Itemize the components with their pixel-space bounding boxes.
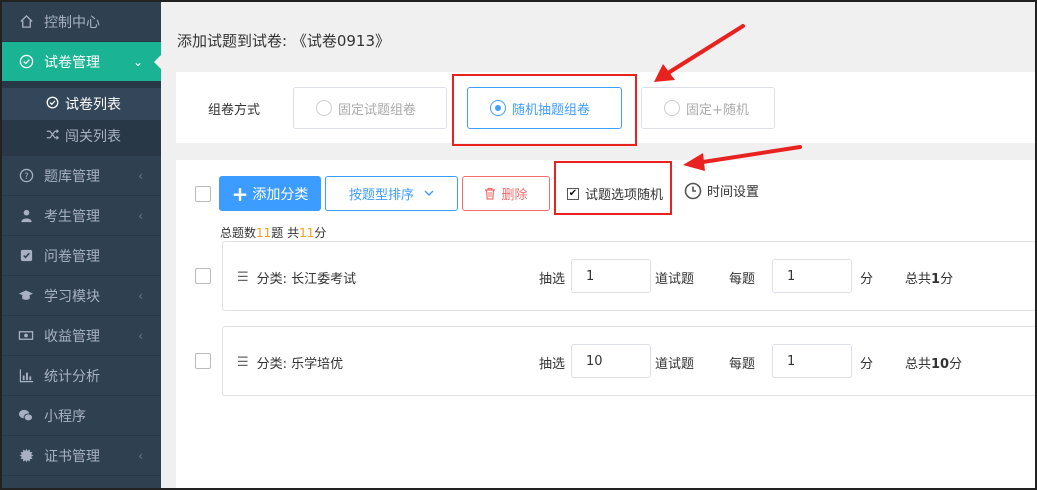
sidebar-item-mini-program[interactable]: 小程序 xyxy=(2,396,161,436)
category-row: ☰ 分类: 乐学培优 抽选 10 道试题 每题 1 分 总共10分 xyxy=(222,326,1037,396)
per-question-label: 每题 xyxy=(729,272,756,287)
plus-icon: + xyxy=(231,181,249,206)
mode-option-fixed-random[interactable]: 固定+随机 xyxy=(641,87,775,129)
shuffle-icon xyxy=(46,128,59,145)
sidebar-item-label: 小程序 xyxy=(44,408,86,425)
radio-icon xyxy=(316,100,332,116)
sidebar-item-survey[interactable]: 问卷管理 xyxy=(2,236,161,276)
home-icon xyxy=(18,14,34,30)
chevron-left-icon: ‹ xyxy=(138,448,143,463)
sidebar-item-candidates[interactable]: 考生管理 ‹ xyxy=(2,196,161,236)
add-category-button[interactable]: + 添加分类 xyxy=(219,176,321,211)
sidebar-subitem-label: 试卷列表 xyxy=(65,97,121,113)
sidebar-item-label: 问卷管理 xyxy=(44,248,100,265)
time-settings-link[interactable]: 时间设置 xyxy=(684,181,759,200)
drag-handle-icon[interactable]: ☰ xyxy=(237,270,249,285)
category-row: ☰ 分类: 长江委考试 抽选 1 道试题 每题 1 分 总共1分 xyxy=(222,241,1037,311)
sidebar-item-certificate[interactable]: 证书管理 ‹ xyxy=(2,436,161,476)
sort-by-type-button[interactable]: 按题型排序 xyxy=(325,176,458,211)
sidebar-item-label: 题库管理 xyxy=(44,168,100,185)
certificate-icon xyxy=(18,448,34,464)
category-total: 总共10分 xyxy=(905,357,963,372)
check-circle-icon xyxy=(18,54,34,70)
graduation-cap-icon xyxy=(18,288,34,304)
clock-icon xyxy=(684,182,702,200)
sidebar-item-label: 考生管理 xyxy=(44,208,100,225)
chevron-left-icon: ‹ xyxy=(138,208,143,223)
check-circle-small-icon xyxy=(46,96,59,113)
question-summary: 总题数11题 共11分 xyxy=(220,226,327,240)
total-score: 11 xyxy=(299,226,315,240)
sidebar-item-label: 控制中心 xyxy=(44,14,100,31)
sidebar-item-label: 学习模块 xyxy=(44,288,100,305)
sidebar-item-statistics[interactable]: 统计分析 xyxy=(2,356,161,396)
sidebar-item-label: 统计分析 xyxy=(44,368,100,385)
question-count: 11 xyxy=(256,226,272,240)
draw-count-input[interactable]: 10 xyxy=(571,344,651,378)
sidebar-item-question-bank[interactable]: ? 题库管理 ‹ xyxy=(2,156,161,196)
chevron-down-icon xyxy=(424,186,434,201)
sidebar-item-label: 试卷管理 xyxy=(44,54,100,71)
sidebar-item-label: 证书管理 xyxy=(44,448,100,465)
questions-unit-label: 道试题 xyxy=(655,272,695,287)
svg-text:?: ? xyxy=(24,171,28,181)
score-unit-label: 分 xyxy=(860,272,874,287)
sidebar: 控制中心 试卷管理 ⌄ 试卷列表 闯关列表 ? 题库管理 ‹ 考生管理 ‹ 问卷… xyxy=(2,2,162,488)
mode-option-label: 固定+随机 xyxy=(686,102,749,118)
category-name: 分类: 乐学培优 xyxy=(256,357,344,372)
page-title: 添加试题到试卷: 《试卷0913》 xyxy=(177,32,390,50)
wechat-icon xyxy=(18,408,34,424)
sidebar-item-learning[interactable]: 学习模块 ‹ xyxy=(2,276,161,316)
sidebar-subitem-label: 闯关列表 xyxy=(65,129,121,145)
annotation-arrow-icon xyxy=(654,24,745,82)
annotation-arrow-icon xyxy=(683,145,802,171)
mode-option-fixed[interactable]: 固定试题组卷 xyxy=(293,87,447,129)
draw-count-input[interactable]: 1 xyxy=(571,259,651,293)
category-name: 分类: 长江委考试 xyxy=(256,272,357,287)
sidebar-item-label: 收益管理 xyxy=(44,328,100,345)
chevron-left-icon: ‹ xyxy=(138,168,143,183)
score-unit-label: 分 xyxy=(860,357,874,372)
radio-icon xyxy=(664,100,680,116)
user-icon xyxy=(18,208,34,224)
chevron-left-icon: ‹ xyxy=(138,288,143,303)
score-per-question-input[interactable]: 1 xyxy=(772,259,852,293)
sidebar-subitem-level-list[interactable]: 闯关列表 xyxy=(2,120,161,152)
money-icon xyxy=(18,328,34,344)
sidebar-subitem-exam-list[interactable]: 试卷列表 xyxy=(2,88,161,120)
select-all-checkbox[interactable] xyxy=(195,186,211,202)
mode-option-label: 固定试题组卷 xyxy=(338,102,417,118)
annotation-box-shuffle-options xyxy=(554,161,672,215)
row-checkbox[interactable] xyxy=(195,268,211,284)
check-square-icon xyxy=(18,248,34,264)
score-per-question-input[interactable]: 1 xyxy=(772,344,852,378)
draw-label: 抽选 xyxy=(539,272,566,287)
sidebar-item-exam-management[interactable]: 试卷管理 ⌄ xyxy=(2,42,162,82)
chevron-left-icon: ‹ xyxy=(138,328,143,343)
draw-label: 抽选 xyxy=(539,357,566,372)
questions-unit-label: 道试题 xyxy=(655,357,695,372)
bar-chart-icon xyxy=(18,368,34,384)
sidebar-item-revenue[interactable]: 收益管理 ‹ xyxy=(2,316,161,356)
trash-icon xyxy=(484,187,496,200)
row-checkbox[interactable] xyxy=(195,353,211,369)
annotation-box-random-mode xyxy=(452,74,637,146)
sidebar-submenu: 试卷列表 闯关列表 xyxy=(2,82,161,156)
delete-button[interactable]: 删除 xyxy=(462,176,550,211)
composition-mode-label: 组卷方式 xyxy=(208,103,261,118)
sidebar-item-dashboard[interactable]: 控制中心 xyxy=(2,2,161,42)
category-total: 总共1分 xyxy=(905,272,954,287)
per-question-label: 每题 xyxy=(729,357,756,372)
drag-handle-icon[interactable]: ☰ xyxy=(237,355,249,370)
question-circle-icon: ? xyxy=(18,168,34,184)
chevron-down-icon: ⌄ xyxy=(132,54,143,69)
